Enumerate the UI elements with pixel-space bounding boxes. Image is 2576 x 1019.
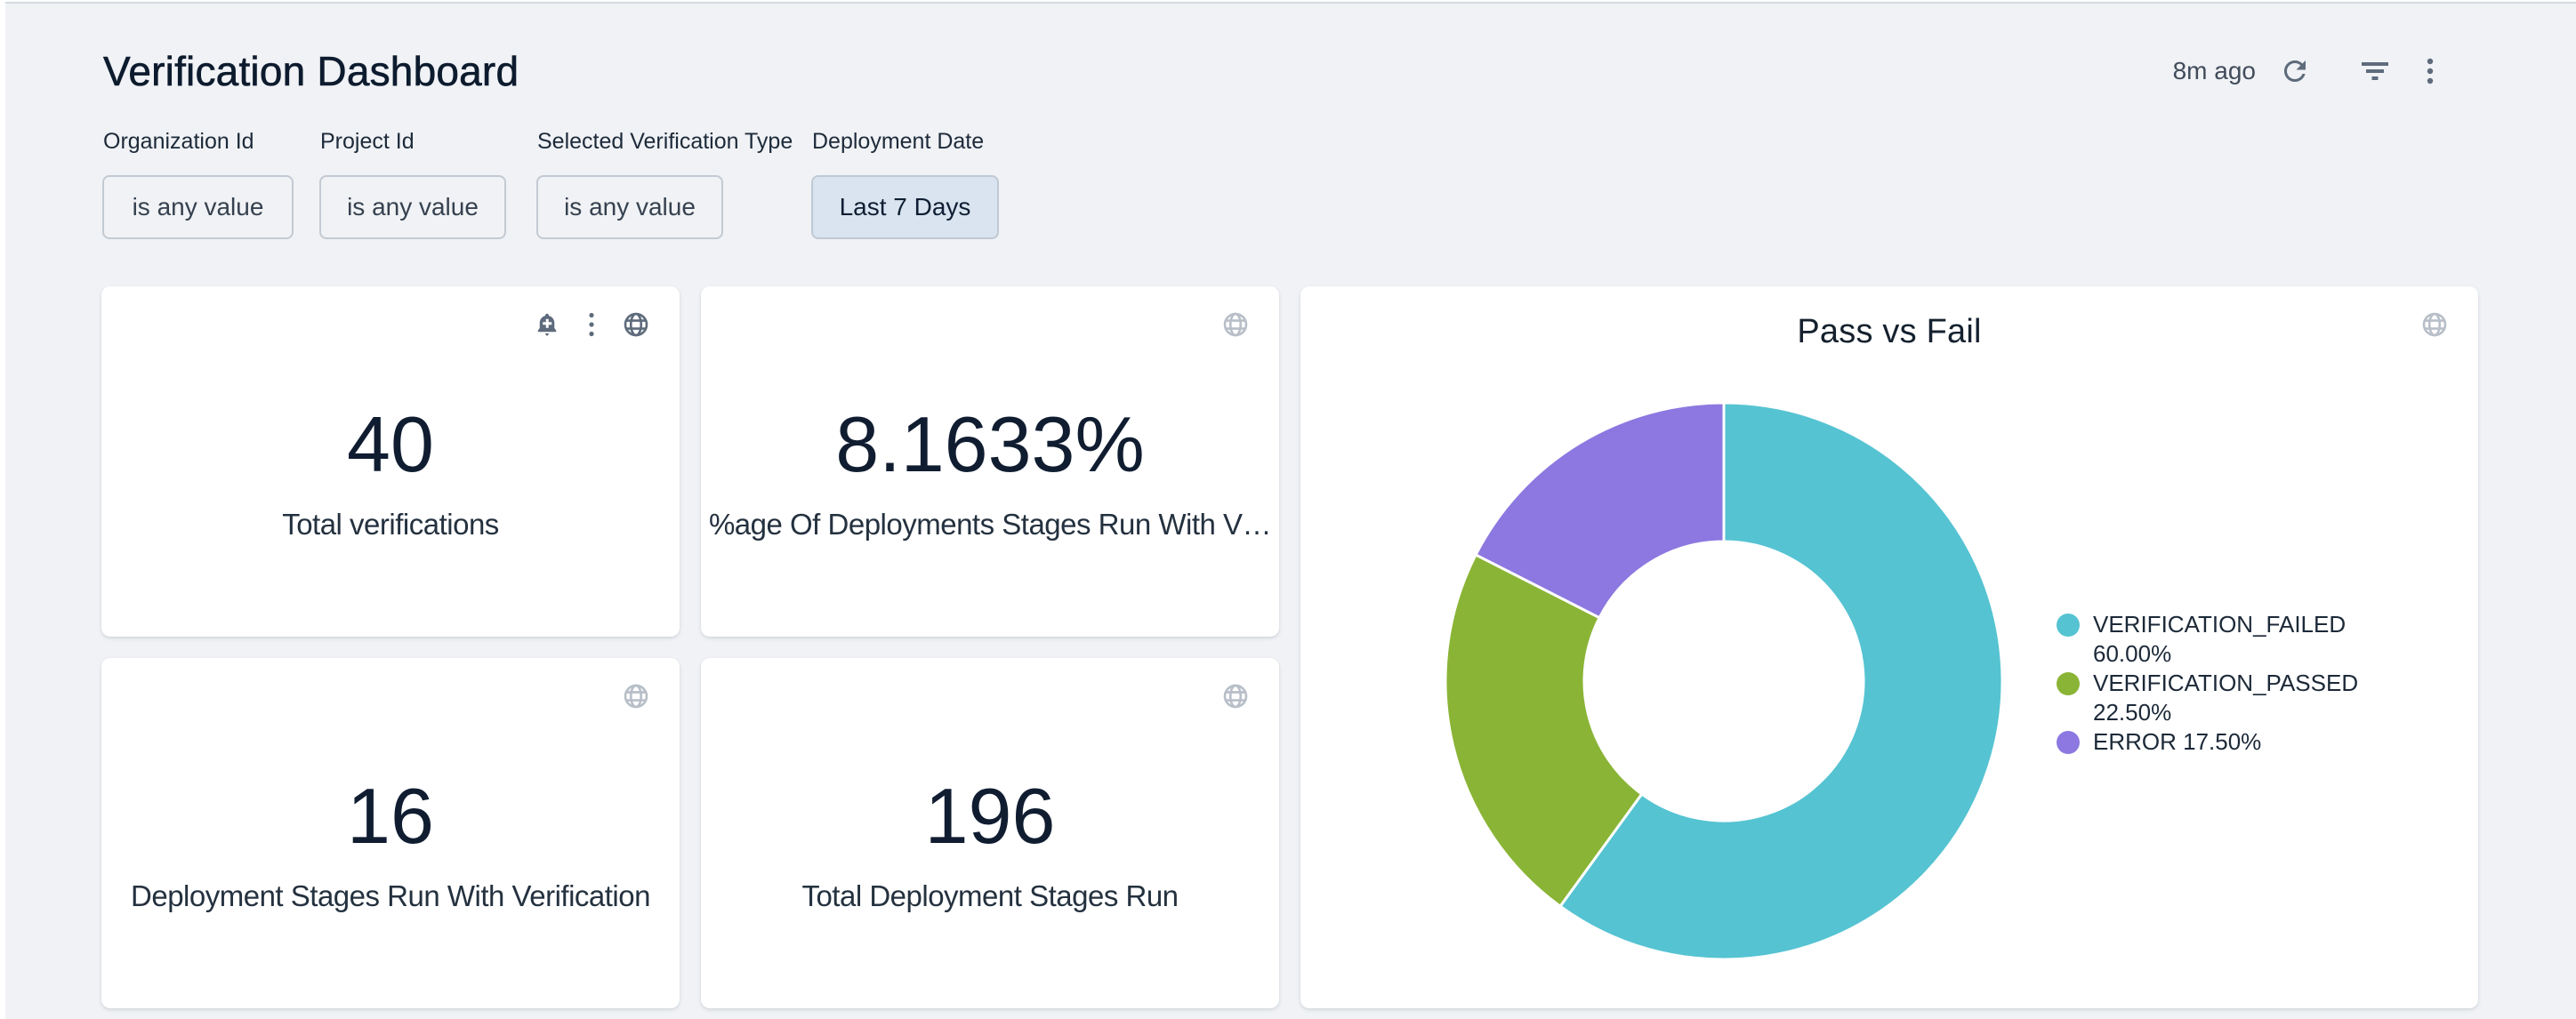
filter-value-deployment-date[interactable]: Last 7 Days	[811, 175, 999, 239]
tile-value: 16	[101, 774, 680, 859]
kebab-menu-icon	[2415, 56, 2445, 86]
globe-icon	[1222, 310, 1249, 339]
refresh-icon	[2279, 55, 2311, 87]
filter-value-project-id[interactable]: is any value	[319, 175, 506, 239]
tile-explore-button[interactable]	[1222, 311, 1249, 338]
legend-item-error[interactable]: ERROR 17.50%	[2057, 727, 2350, 757]
globe-icon	[2421, 310, 2448, 339]
alert-bell-plus-icon	[534, 311, 560, 338]
tile-label: Total Deployment Stages Run	[701, 879, 1279, 914]
last-refresh-timestamp: 8m ago	[2173, 57, 2256, 85]
tile-value: 8.1633%	[701, 402, 1279, 487]
tile-label: Deployment Stages Run With Verification	[101, 879, 680, 914]
globe-icon	[623, 682, 649, 710]
filter-label-project-id: Project Id	[320, 128, 415, 155]
tile-explore-button[interactable]	[623, 311, 649, 338]
tile-explore-button[interactable]	[1222, 683, 1249, 710]
filter-value-selected-verification-type[interactable]: is any value	[536, 175, 723, 239]
chart-legend: VERIFICATION_FAILED 60.00%VERIFICATION_P…	[2057, 610, 2350, 757]
chart-title: Pass vs Fail	[1300, 312, 2478, 351]
legend-label: ERROR 17.50%	[2093, 728, 2261, 755]
dashboard-more-button[interactable]	[2411, 52, 2450, 91]
tile-value: 40	[101, 402, 680, 487]
tile-stages-run-with-verification: 16 Deployment Stages Run With Verificati…	[101, 658, 680, 1008]
tile-explore-button[interactable]	[623, 683, 649, 710]
tile-total-verifications: 40 Total verifications	[101, 286, 680, 637]
tile-value: 196	[701, 774, 1279, 859]
page-title: Verification Dashboard	[103, 48, 519, 94]
tile-percentage-stages-with-verification: 8.1633% %age Of Deployments Stages Run W…	[701, 286, 1279, 637]
legend-item-verification_failed[interactable]: VERIFICATION_FAILED 60.00%	[2057, 610, 2350, 669]
globe-icon	[623, 310, 649, 339]
legend-marker-icon	[2057, 672, 2080, 695]
alert-bell-button[interactable]	[534, 311, 560, 338]
filter-button[interactable]	[2355, 52, 2395, 91]
legend-label: VERIFICATION_FAILED 60.00%	[2093, 611, 2346, 667]
refresh-button[interactable]	[2275, 52, 2314, 91]
tile-more-button[interactable]	[578, 311, 605, 338]
tile-label: %age Of Deployments Stages Run With V…	[701, 507, 1279, 542]
legend-marker-icon	[2057, 614, 2080, 637]
filter-label-deployment-date: Deployment Date	[812, 128, 984, 155]
legend-marker-icon	[2057, 731, 2080, 754]
globe-icon	[1222, 682, 1249, 710]
kebab-menu-icon	[578, 311, 605, 338]
tile-label: Total verifications	[101, 507, 680, 542]
filter-label-selected-verification-type: Selected Verification Type	[537, 128, 793, 155]
filter-label-organization-id: Organization Id	[103, 128, 254, 155]
donut-chart[interactable]	[1444, 401, 2004, 961]
filter-value-organization-id[interactable]: is any value	[102, 175, 294, 239]
filter-icon	[2360, 56, 2390, 86]
tile-pass-vs-fail-chart: Pass vs Fail VERIFICATION_FAILED 60.00%V…	[1300, 286, 2478, 1008]
tile-total-deployment-stages-run: 196 Total Deployment Stages Run	[701, 658, 1279, 1008]
tile-explore-button[interactable]	[2421, 311, 2448, 338]
legend-item-verification_passed[interactable]: VERIFICATION_PASSED 22.50%	[2057, 669, 2350, 727]
legend-label: VERIFICATION_PASSED 22.50%	[2093, 670, 2358, 726]
